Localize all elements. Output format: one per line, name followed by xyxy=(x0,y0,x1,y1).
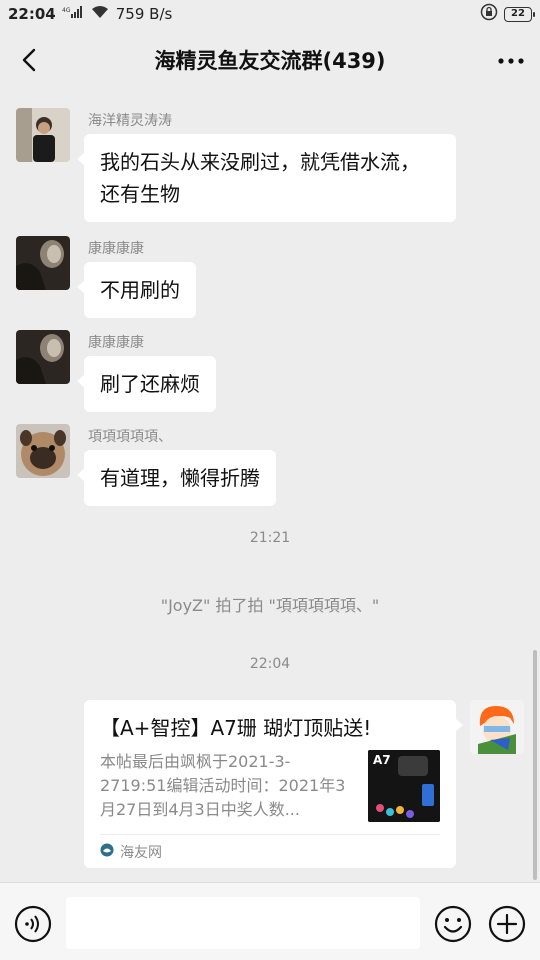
scrollbar[interactable] xyxy=(533,650,537,880)
sender-name: 項項項項項、 xyxy=(88,429,172,445)
link-card-title: 【A+智控】A7珊 瑚灯顶贴送! xyxy=(100,716,372,740)
voice-icon[interactable] xyxy=(14,905,52,943)
input-bar xyxy=(0,882,540,960)
avatar[interactable] xyxy=(16,330,70,384)
plus-icon[interactable] xyxy=(488,905,526,943)
link-card-thumbnail: A7 xyxy=(368,750,440,822)
message-bubble[interactable]: 有道理，懒得折腾 xyxy=(77,450,276,506)
message-text: 不用刷的 xyxy=(100,278,180,302)
message-input[interactable] xyxy=(66,897,420,949)
page-title: 海精灵鱼友交流群(439) xyxy=(154,49,386,73)
message-bubble[interactable]: 我的石头从来没刷过，就凭借水流， 还有生物 xyxy=(77,134,456,222)
link-card-thumb-label: A7 xyxy=(373,753,391,767)
battery-level: 22 xyxy=(511,7,525,19)
emoji-icon[interactable] xyxy=(434,905,472,943)
chat-area[interactable]: 海洋精灵涛涛 我的石头从来没刷过，就凭借水流， 还有生物 康康康康 不用刷的 康… xyxy=(0,92,540,882)
status-time: 22:04 xyxy=(8,5,56,23)
message-text: 还有生物 xyxy=(100,182,180,206)
divider xyxy=(100,834,440,835)
link-card[interactable]: 【A+智控】A7珊 瑚灯顶贴送! 本帖最后由飒枫于2021-3-2719:51编… xyxy=(84,700,463,868)
source-logo-icon xyxy=(100,843,114,861)
message-bubble[interactable]: 刷了还麻烦 xyxy=(77,356,216,412)
source-name: 海友网 xyxy=(120,845,162,861)
avatar[interactable] xyxy=(16,236,70,290)
signal-icon: 4G xyxy=(62,5,84,23)
status-bar: 22:04 4G 759 B/s 22 xyxy=(0,0,540,28)
avatar[interactable] xyxy=(470,700,524,754)
system-message: "JoyZ" 拍了拍 "項項項項項、" xyxy=(160,596,380,615)
message-text: 刷了还麻烦 xyxy=(100,372,200,396)
avatar[interactable] xyxy=(16,424,70,478)
title-bar: 海精灵鱼友交流群(439) xyxy=(0,28,540,92)
message-text: 有道理，懒得折腾 xyxy=(100,466,260,490)
message-text: 我的石头从来没刷过，就凭借水流， xyxy=(100,150,420,174)
avatar[interactable] xyxy=(16,108,70,162)
lock-rotation-icon xyxy=(480,3,498,25)
timestamp: 21:21 xyxy=(249,530,291,546)
timestamp: 22:04 xyxy=(249,656,291,672)
sender-name: 康康康康 xyxy=(88,335,144,351)
sender-name: 海洋精灵涛涛 xyxy=(88,113,172,129)
message-bubble[interactable]: 不用刷的 xyxy=(77,262,196,318)
battery-icon: 22 xyxy=(504,6,535,22)
wifi-icon xyxy=(90,5,110,23)
more-options-icon[interactable] xyxy=(496,46,526,76)
sender-name: 康康康康 xyxy=(88,241,144,257)
back-icon[interactable] xyxy=(14,44,46,76)
link-card-description: 本帖最后由飒枫于2021-3-2719:51编辑活动时间：2021年3月27日到… xyxy=(100,752,346,819)
link-card-source: 海友网 xyxy=(100,842,162,862)
network-label: 4G xyxy=(62,7,71,14)
network-speed: 759 B/s xyxy=(115,5,173,23)
